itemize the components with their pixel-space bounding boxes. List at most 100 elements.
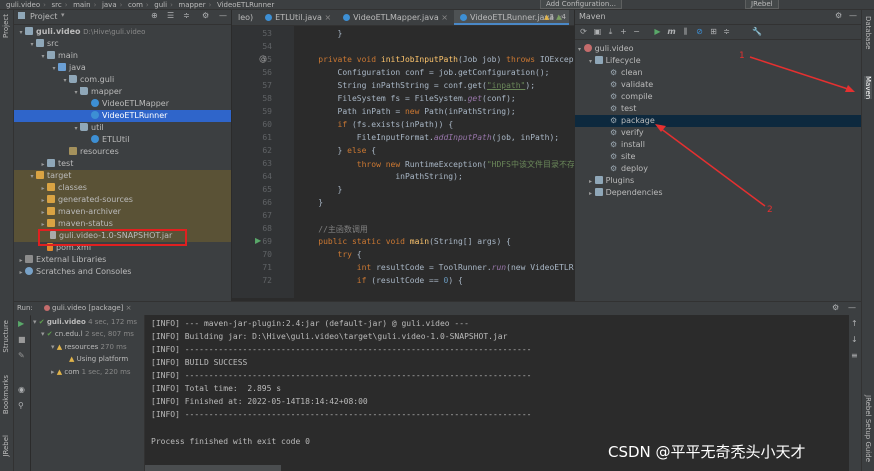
annotation-label-2: 2 <box>767 205 773 215</box>
code-editor[interactable]: } private void initJobInputPath(Job job)… <box>295 26 574 298</box>
console-line: [INFO] --- maven-jar-plugin:2.4:jar (def… <box>151 319 469 328</box>
project-tool-button[interactable]: Project <box>2 14 10 38</box>
line-number: 60 <box>262 120 272 129</box>
watermark: CSDN @平平无奇秃头小天才 <box>608 443 806 461</box>
tree-item[interactable]: ▾ main <box>14 50 231 62</box>
tree-item[interactable]: ▾ java <box>14 62 231 74</box>
java-class-icon <box>265 14 273 21</box>
console-line: [INFO] BUILD SUCCESS <box>151 358 248 367</box>
code-line: public static void main(String[] args) { <box>299 237 511 246</box>
run-tree-item[interactable]: ▾ ✔ guli.video 4 sec, 172 ms <box>31 316 144 328</box>
package-icon <box>69 75 77 83</box>
add-configuration-button[interactable]: Add Configuration... <box>540 0 622 9</box>
run-tree-item[interactable]: ▲ Using platform <box>31 353 144 365</box>
arrow-up-icon[interactable]: ↑ <box>851 319 858 328</box>
line-number: 57 <box>262 81 272 90</box>
tree-item[interactable]: ▾ target <box>14 170 231 182</box>
breadcrumb-bar: guli.video › src › main › java › com › guli › … <box>0 0 874 10</box>
maven-icon <box>44 305 50 311</box>
rerun-icon[interactable]: ▶ <box>18 319 24 328</box>
project-panel-title[interactable]: Project <box>30 12 57 21</box>
tree-item[interactable]: ▾ src <box>14 38 231 50</box>
console-right-toolbar: ↑ ↓ ≡ <box>849 315 861 471</box>
code-line: inPathString); <box>299 172 463 181</box>
horizontal-scrollbar[interactable] <box>145 465 281 471</box>
tree-item[interactable]: ▾ com.guli <box>14 74 231 86</box>
console-line: [INFO] Finished at: 2022-05-14T18:14:42+… <box>151 397 368 406</box>
tree-item[interactable]: ▾ util <box>14 122 231 134</box>
jrebel-tool-button[interactable]: JRebel <box>2 435 10 457</box>
soft-wrap-icon[interactable]: ≡ <box>851 351 858 360</box>
editor-tab[interactable]: leo) <box>232 10 259 25</box>
code-line: } else { <box>299 146 377 155</box>
gear-icon[interactable]: ⚙ <box>202 11 209 20</box>
pin-icon[interactable]: ⚲ <box>18 401 24 410</box>
tree-item[interactable]: ▸ External Libraries <box>14 254 231 266</box>
line-number: 61 <box>262 133 272 142</box>
folder-icon <box>47 159 55 167</box>
tree-item[interactable]: VideoETLMapper <box>14 98 231 110</box>
folder-icon <box>47 51 55 59</box>
structure-tool-button[interactable]: Structure <box>2 320 10 353</box>
console-line: [INFO] Total time: 2.895 s <box>151 384 282 393</box>
breadcrumb-item[interactable]: guli <box>154 1 167 9</box>
override-annotation-icon[interactable]: @ <box>259 54 267 63</box>
breadcrumb-item[interactable]: java <box>102 1 117 9</box>
code-line: FileInputFormat.addInputPath(job, inPath… <box>299 133 560 142</box>
run-tree-item[interactable]: ▸ ▲ com 1 sec, 220 ms <box>31 366 144 378</box>
inspection-widget[interactable]: ▲3 ▲4 <box>544 13 566 21</box>
tree-item[interactable]: resources <box>14 146 231 158</box>
run-tree-item[interactable]: ▾ ▲ resources 270 ms <box>31 341 144 353</box>
breadcrumb-item[interactable]: com <box>128 1 143 9</box>
line-number: 58 <box>262 94 272 103</box>
editor-tab[interactable]: ETLUtil.java × <box>259 10 337 25</box>
bookmarks-tool-button[interactable]: Bookmarks <box>2 375 10 414</box>
minimize-icon[interactable]: — <box>219 11 227 20</box>
tree-item[interactable]: ▸ generated-sources <box>14 194 231 206</box>
expand-all-icon[interactable]: ≑ <box>183 11 190 20</box>
tree-item-selected[interactable]: VideoETLRunner <box>14 110 231 122</box>
gear-icon[interactable]: ⚙ <box>832 303 839 312</box>
tree-item[interactable]: ▸ test <box>14 158 231 170</box>
run-gutter-icon[interactable]: ▶ <box>255 236 261 245</box>
code-line: } <box>299 198 324 207</box>
collapse-all-icon[interactable]: ☰ <box>167 11 174 20</box>
scratch-icon <box>25 267 33 275</box>
tree-item[interactable]: ▾ guli.video D:\Hive\guli.video <box>14 26 231 38</box>
line-number: 66 <box>262 198 272 207</box>
annotation-label-1: 1 <box>739 51 745 61</box>
chevron-down-icon[interactable]: ▾ <box>61 11 65 19</box>
breadcrumb-item[interactable]: mapper <box>178 1 205 9</box>
run-tab[interactable]: guli.video [package] × <box>44 304 131 312</box>
jrebel-button[interactable]: JRebel <box>745 0 779 9</box>
tree-item[interactable]: ▸ classes <box>14 182 231 194</box>
run-tree-item[interactable]: ▾ ✔ cn.edu.l 2 sec, 807 ms <box>31 328 144 340</box>
editor-tab[interactable]: VideoETLMapper.java × <box>337 10 454 25</box>
arrow-2-line <box>659 127 766 207</box>
breadcrumb-item[interactable]: guli.video <box>6 1 40 9</box>
locate-icon[interactable]: ⊕ <box>151 11 158 20</box>
tree-item[interactable]: ETLUtil <box>14 134 231 146</box>
code-line: } <box>299 29 343 38</box>
code-line: String inPathString = conf.get("inpath")… <box>299 81 536 90</box>
tree-item[interactable]: ▸ maven-archiver <box>14 206 231 218</box>
stop-icon[interactable]: ■ <box>18 335 26 344</box>
folder-icon <box>47 195 55 203</box>
breadcrumb-item[interactable]: VideoETLRunner <box>217 1 274 9</box>
arrow-down-icon[interactable]: ↓ <box>851 335 858 344</box>
breadcrumb-item[interactable]: main <box>73 1 91 9</box>
arrow-1-line <box>749 56 852 91</box>
line-number: 65 <box>262 185 272 194</box>
tree-item[interactable]: ▾ mapper <box>14 86 231 98</box>
minimize-icon[interactable]: — <box>848 303 856 312</box>
code-line: throw new RuntimeException("HDFS中该文件目录不存… <box>299 160 574 169</box>
code-comment: //主函数调用 <box>299 225 368 234</box>
line-number: 70 <box>262 250 272 259</box>
wrench-icon[interactable]: ✎ <box>18 351 25 360</box>
view-icon[interactable]: ◉ <box>18 385 25 394</box>
code-line: if (resultCode == 0) { <box>299 276 463 285</box>
jrebel-setup-tool-button[interactable]: JRebel Setup Guide <box>864 395 872 462</box>
project-panel-header: Project ▾ ⊕ ☰ ≑ ⚙ — <box>14 10 231 25</box>
breadcrumb-item[interactable]: src <box>51 1 61 9</box>
tree-item[interactable]: ▸ Scratches and Consoles <box>14 266 231 278</box>
